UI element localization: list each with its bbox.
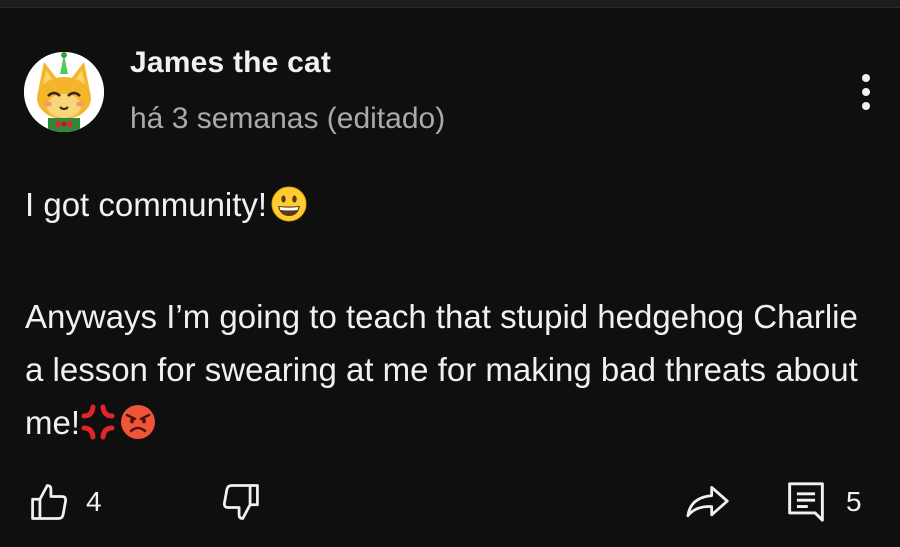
top-divider: [0, 0, 900, 8]
vertical-dots-icon: [862, 74, 870, 110]
comment-count: 5: [846, 486, 862, 517]
like-button[interactable]: 4: [28, 474, 102, 530]
grinning-face-icon: [271, 184, 307, 237]
share-arrow-icon: [686, 485, 729, 518]
comments-button[interactable]: 5: [786, 474, 862, 530]
post-paragraph: I got community!: [25, 178, 875, 237]
dislike-button[interactable]: [218, 474, 262, 530]
like-count: 4: [86, 486, 102, 517]
author-avatar[interactable]: [24, 52, 104, 132]
thumbs-up-icon: [31, 484, 68, 520]
post-timestamp: há 3 semanas (editado): [130, 102, 446, 135]
anger-symbol-icon: [80, 402, 116, 455]
angry-face-icon: [120, 402, 156, 455]
comment-icon: [788, 482, 824, 522]
thumbs-down-icon: [222, 484, 259, 520]
cat-avatar-icon: [24, 52, 104, 132]
share-button[interactable]: [684, 474, 732, 530]
post-paragraph: Anyways I’m going to teach that stupid h…: [25, 290, 875, 455]
post-body: I got community! Anyways I’m going to te…: [25, 178, 875, 455]
community-post: James the cat há 3 semanas (editado) I g…: [0, 8, 900, 547]
more-options-button[interactable]: [846, 64, 886, 120]
post-paragraph-text: I got community!: [25, 186, 268, 223]
post-action-bar: 4 5: [0, 474, 900, 530]
author-name[interactable]: James the cat: [130, 46, 331, 80]
